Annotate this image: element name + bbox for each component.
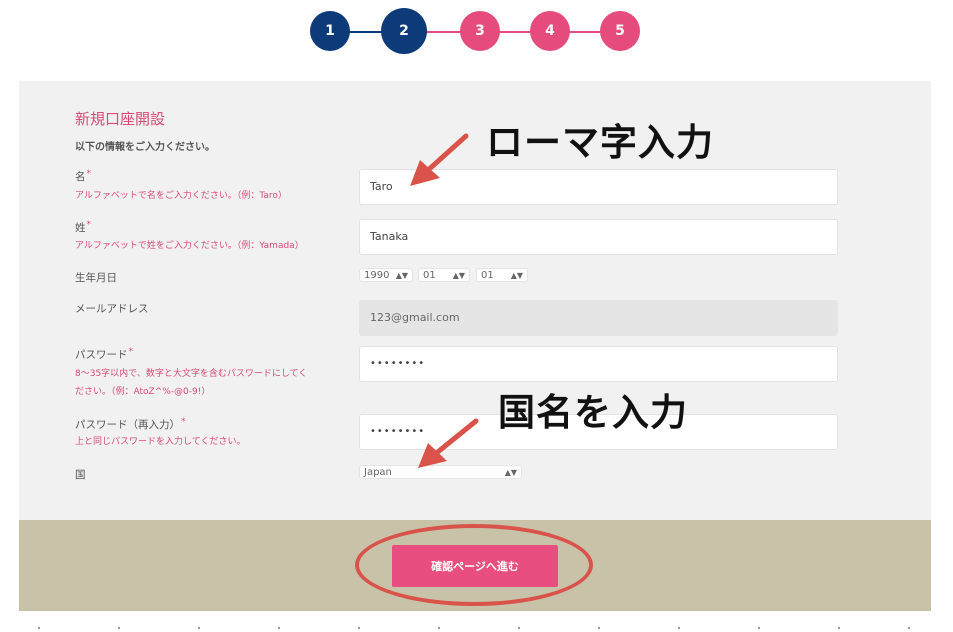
arrow-icon bbox=[418, 418, 479, 468]
decorative-dots bbox=[37, 626, 911, 630]
highlight-ellipse bbox=[355, 524, 593, 606]
arrow-icon bbox=[410, 133, 469, 186]
